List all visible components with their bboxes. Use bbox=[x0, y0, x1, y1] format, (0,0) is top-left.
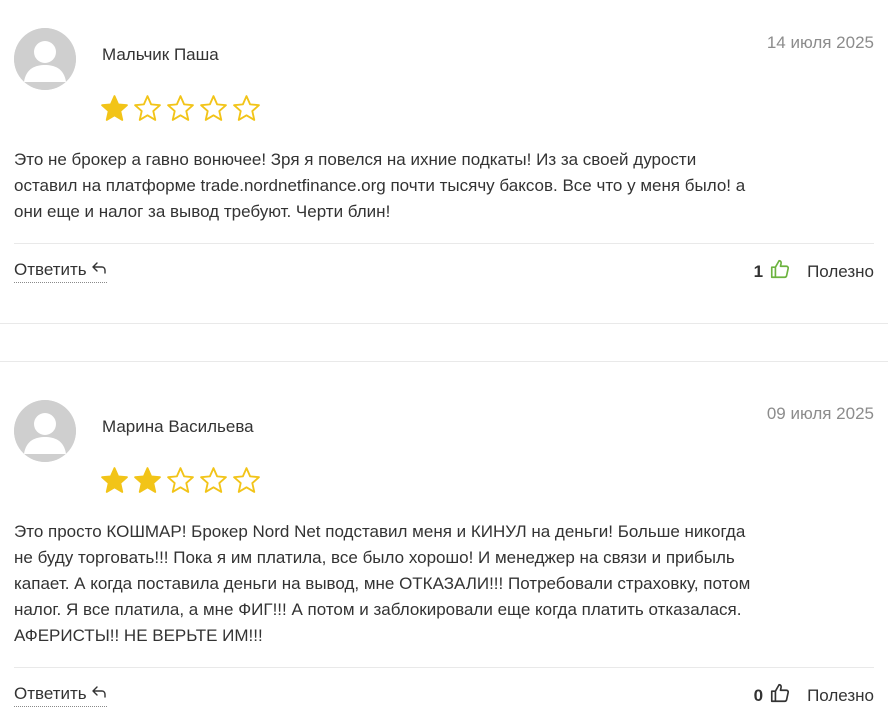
divider bbox=[14, 243, 874, 244]
reply-arrow-icon bbox=[91, 684, 107, 704]
helpful-block: 1 Полезно bbox=[754, 258, 874, 285]
thumbs-up-icon[interactable] bbox=[769, 258, 791, 285]
star-empty-icon bbox=[166, 94, 195, 124]
reply-label: Ответить bbox=[14, 684, 87, 703]
star-rating bbox=[100, 466, 261, 496]
reply-arrow-icon bbox=[91, 260, 107, 280]
star-filled-icon bbox=[133, 466, 162, 496]
review-text-line: Это просто КОШМАР! Брокер Nord Net подст… bbox=[14, 522, 746, 541]
review-text-line: налог. Я все платила, а мне ФИГ!!! А пот… bbox=[14, 600, 742, 619]
review-text-line: АФЕРИСТЫ!! НЕ ВЕРЬТЕ ИМ!!! bbox=[14, 626, 263, 645]
review-text-line: капает. А когда поставила деньги на выво… bbox=[14, 574, 751, 593]
avatar bbox=[14, 28, 76, 90]
review-author: Марина Васильева bbox=[102, 417, 254, 436]
reply-link[interactable]: Ответить bbox=[14, 260, 107, 283]
helpful-block: 0 Полезно bbox=[754, 682, 874, 709]
review-text-line: они еще и налог за вывод требуют. Черти … bbox=[14, 202, 391, 221]
divider bbox=[14, 667, 874, 668]
user-silhouette-icon bbox=[14, 28, 76, 90]
review-text: Это не брокер а гавно вонючее! Зря я пов… bbox=[14, 147, 874, 225]
review-date: 09 июля 2025 bbox=[766, 404, 874, 423]
star-filled-icon bbox=[100, 94, 129, 124]
review-author: Мальчик Паша bbox=[102, 45, 219, 64]
avatar bbox=[14, 400, 76, 462]
review-text: Это просто КОШМАР! Брокер Nord Net подст… bbox=[14, 519, 874, 649]
helpful-count: 0 bbox=[753, 685, 764, 705]
star-empty-icon bbox=[133, 94, 162, 124]
review-date: 14 июля 2025 bbox=[766, 33, 874, 52]
star-empty-icon bbox=[199, 466, 228, 496]
helpful-button[interactable]: Полезно bbox=[807, 686, 874, 706]
star-empty-icon bbox=[232, 94, 261, 124]
review-text-line: не буду торговать!!! Пока я им платила, … bbox=[14, 548, 735, 567]
review-text-line: Это не брокер а гавно вонючее! Зря я пов… bbox=[14, 150, 697, 169]
review-text-line: оставил на платформе trade.nordnetfinanc… bbox=[14, 176, 746, 195]
star-rating bbox=[100, 94, 261, 124]
helpful-button[interactable]: Полезно bbox=[807, 262, 874, 282]
reply-link[interactable]: Ответить bbox=[14, 684, 107, 707]
reply-label: Ответить bbox=[14, 260, 87, 279]
thumbs-up-icon[interactable] bbox=[769, 682, 791, 709]
section-divider bbox=[0, 361, 888, 362]
star-empty-icon bbox=[199, 94, 228, 124]
user-silhouette-icon bbox=[14, 400, 76, 462]
star-empty-icon bbox=[232, 466, 261, 496]
star-empty-icon bbox=[166, 466, 195, 496]
helpful-count: 1 bbox=[753, 261, 764, 281]
star-filled-icon bbox=[100, 466, 129, 496]
section-divider bbox=[0, 323, 888, 324]
